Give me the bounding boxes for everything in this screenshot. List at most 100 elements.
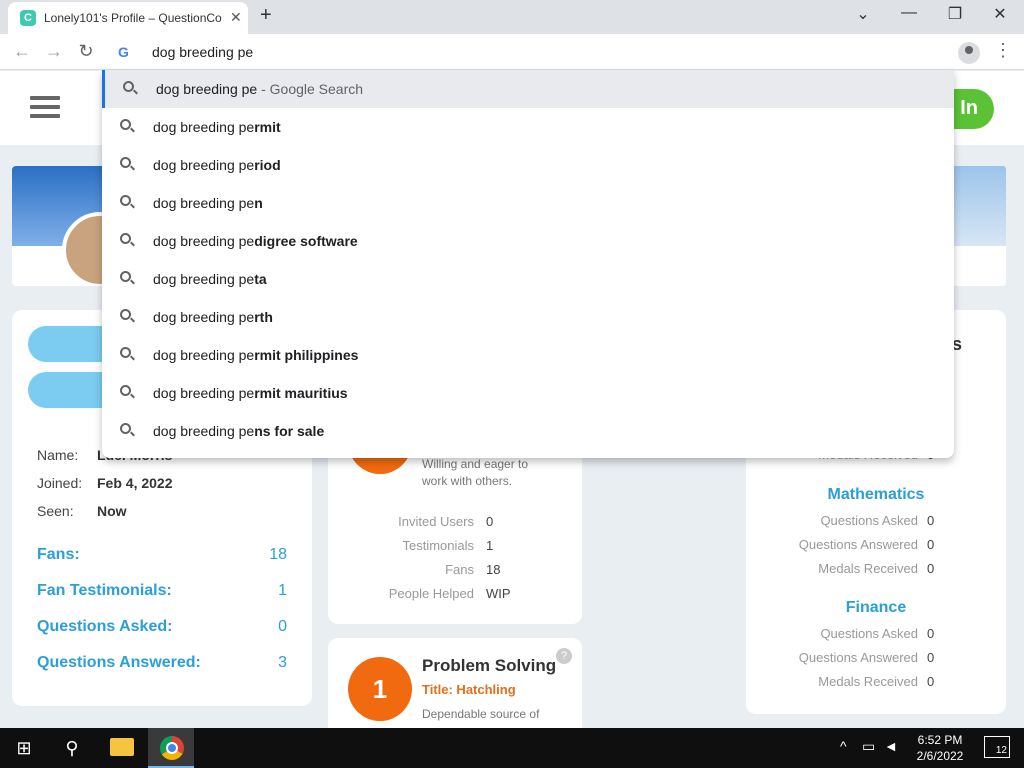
section-title-mathematics[interactable]: Mathematics	[746, 486, 1006, 504]
joined-value: Feb 4, 2022	[97, 475, 173, 491]
help-icon[interactable]: ?	[556, 648, 572, 664]
stat-value: 1	[278, 582, 287, 599]
suggestion-text: dog breeding pedigree software	[153, 233, 358, 249]
hamburger-menu-icon[interactable]	[30, 96, 60, 120]
suggestion-text: dog breeding permit philippines	[153, 347, 359, 363]
search-icon[interactable]: ⚲	[60, 736, 84, 760]
kv-label: Questions Answered	[798, 537, 918, 552]
minimize-button[interactable]: —	[894, 4, 924, 22]
suggestion-item[interactable]: dog breeding pe - Google Search	[102, 70, 954, 108]
close-tab-icon[interactable]: ✕	[230, 9, 242, 26]
kv-value: 0	[927, 513, 935, 528]
suggestion-item[interactable]: dog breeding perth	[102, 298, 954, 336]
name-row: Name: Luci Morris	[37, 447, 172, 463]
chrome-menu-icon[interactable]: ⋮	[994, 40, 1012, 61]
tab-strip: C Lonely101's Profile – QuestionCo ✕ + ⌄…	[0, 0, 1024, 34]
joined-label: Joined:	[37, 475, 83, 491]
file-explorer-icon[interactable]	[110, 738, 134, 756]
search-icon	[120, 195, 131, 206]
section-title-finance[interactable]: Finance	[746, 599, 1006, 617]
kv-label: People Helped	[388, 586, 474, 601]
kv-value: 0	[927, 626, 935, 641]
tray-chevron-icon[interactable]: ^	[840, 738, 847, 754]
volume-muted-icon[interactable]: ◄	[884, 738, 898, 754]
new-tab-button[interactable]: +	[260, 4, 272, 27]
suggestion-text: dog breeding period	[153, 157, 281, 173]
forward-button[interactable]: →	[42, 41, 66, 62]
stat-label: Fans:	[37, 546, 80, 563]
suggestion-item[interactable]: dog breeding period	[102, 146, 954, 184]
stat-fans[interactable]: Fans: 18	[37, 546, 287, 564]
google-g-icon: G	[118, 44, 129, 60]
kv-value: 0	[927, 674, 935, 689]
stat-questions-asked[interactable]: Questions Asked: 0	[37, 618, 287, 636]
windows-start-icon[interactable]: ⊞	[12, 736, 36, 760]
close-window-button[interactable]: ✕	[985, 4, 1015, 24]
search-icon	[120, 157, 131, 168]
problem-solving-card: 1 Problem Solving Title: Hatchling Depen…	[328, 638, 582, 738]
stat-label: Questions Asked:	[37, 618, 173, 635]
network-icon[interactable]: ▭	[862, 738, 875, 755]
kv-value: 0	[927, 650, 935, 665]
kv-label: Fans	[445, 562, 474, 577]
address-bar[interactable]: G	[102, 36, 954, 68]
kv-label: Questions Asked	[820, 626, 918, 641]
kv-label: Testimonials	[402, 538, 474, 553]
badge-desc-line2: work with others.	[422, 474, 513, 488]
restore-button[interactable]: ❐	[940, 4, 970, 24]
system-clock[interactable]: 6:52 PM 2/6/2022	[908, 732, 972, 764]
suggestion-item[interactable]: dog breeding peta	[102, 260, 954, 298]
kv-label: Questions Asked	[820, 513, 918, 528]
kv-value: 0	[486, 514, 494, 529]
suggestion-text: dog breeding perth	[153, 309, 273, 325]
stat-questions-answered[interactable]: Questions Answered: 3	[37, 654, 287, 672]
search-icon	[120, 271, 131, 282]
card-desc: Dependable source of	[422, 707, 540, 721]
seen-label: Seen:	[37, 503, 74, 519]
stat-value: 18	[269, 546, 287, 563]
reload-button[interactable]: ↻	[74, 41, 98, 62]
kv-value: 18	[486, 562, 501, 577]
level-badge: 1	[348, 657, 412, 721]
profile-avatar-icon[interactable]	[958, 42, 980, 64]
suggestion-item[interactable]: dog breeding pens for sale	[102, 412, 954, 450]
browser-toolbar: ← → ↻ G ⋮	[0, 34, 1024, 70]
search-icon	[123, 81, 134, 92]
chrome-icon[interactable]	[160, 736, 184, 760]
stat-fan-testimonials[interactable]: Fan Testimonials: 1	[37, 582, 287, 600]
suggestion-text: dog breeding permit mauritius	[153, 385, 348, 401]
joined-row: Joined: Feb 4, 2022	[37, 475, 173, 491]
omnibox-input[interactable]	[152, 40, 852, 64]
back-button[interactable]: ←	[10, 41, 34, 62]
suggestion-item[interactable]: dog breeding permit mauritius	[102, 374, 954, 412]
suggestion-item[interactable]: dog breeding pedigree software	[102, 222, 954, 260]
stat-label: Questions Answered:	[37, 654, 201, 671]
site-favicon-icon: C	[20, 10, 36, 26]
search-icon	[120, 423, 131, 434]
search-icon	[120, 309, 131, 320]
suggestion-text: dog breeding pe - Google Search	[156, 81, 364, 97]
suggestion-item[interactable]: dog breeding permit	[102, 108, 954, 146]
suggestion-text: dog breeding peta	[153, 271, 267, 287]
suggestion-item[interactable]: dog breeding pen	[102, 184, 954, 222]
stat-value: 0	[278, 618, 287, 635]
browser-tab[interactable]: C Lonely101's Profile – QuestionCo ✕	[8, 2, 248, 34]
search-icon	[120, 347, 131, 358]
clock-date: 2/6/2022	[916, 749, 964, 763]
kv-label: Invited Users	[398, 514, 474, 529]
notification-center-icon[interactable]: 12	[984, 736, 1010, 758]
stat-label: Fan Testimonials:	[37, 582, 172, 599]
clock-time: 6:52 PM	[917, 733, 963, 747]
card-subtitle: Title: Hatchling	[422, 682, 516, 697]
tab-search-icon[interactable]: ⌄	[848, 4, 878, 24]
search-icon	[120, 385, 131, 396]
badge-desc-line1: Willing and eager to	[422, 457, 529, 471]
omnibox-suggestions: dog breeding pe - Google Search dog bree…	[102, 70, 954, 458]
tab-title: Lonely101's Profile – QuestionCo	[44, 11, 222, 25]
windows-taskbar: ⊞ ⚲ ^ ▭ ◄ 6:52 PM 2/6/2022 12	[0, 728, 1024, 768]
suggestion-item[interactable]: dog breeding permit philippines	[102, 336, 954, 374]
seen-row: Seen: Now	[37, 503, 127, 519]
suggestion-text: dog breeding pens for sale	[153, 423, 325, 439]
stat-value: 3	[278, 654, 287, 671]
kv-value: WIP	[486, 586, 511, 601]
